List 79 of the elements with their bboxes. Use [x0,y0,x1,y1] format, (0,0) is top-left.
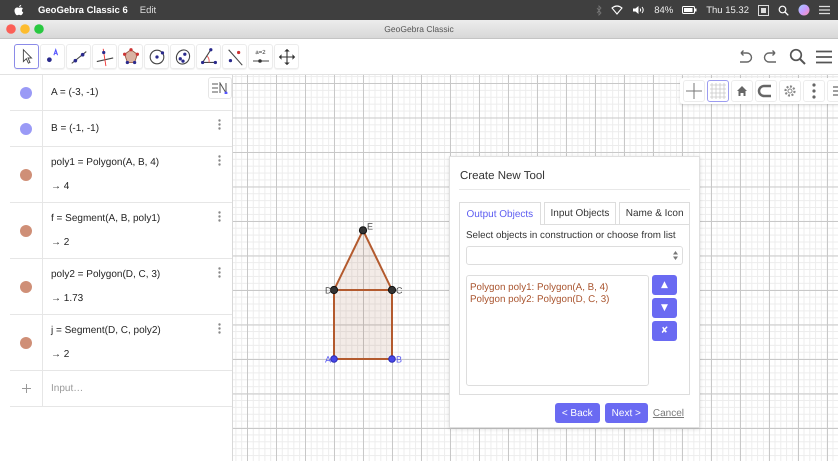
siri-icon[interactable] [798,4,810,16]
app-menu[interactable]: GeoGebra Classic 6 [38,4,128,16]
tab[interactable]: Input Objects [544,202,616,224]
algebra-formula[interactable]: f = Segment(A, B, poly1) [51,213,160,224]
volume-icon [632,5,646,15]
point-label: D [325,286,332,296]
point-label: C [396,286,402,296]
object-list[interactable]: Polygon poly1: Polygon(A, B, 4) Polygon poly2: Polygon(D, C, 3) [466,275,649,386]
point[interactable] [358,226,368,234]
color-dot[interactable] [20,168,32,180]
point[interactable] [388,355,396,363]
color-dot[interactable] [20,224,32,236]
remove-button[interactable]: ✘ [652,321,677,341]
algebra-formula[interactable]: B = (-1, -1) [51,123,100,134]
more-icon [812,83,816,99]
algebra-formula[interactable]: poly2 = Polygon(D, C, 3) [51,269,160,280]
angle-icon [198,46,218,66]
sort-icon [212,82,228,94]
menu-icon[interactable] [816,50,832,64]
algebra-formula[interactable]: j = Segment(D, C, poly2) [51,325,161,336]
plus-icon[interactable] [22,384,30,393]
clock: Thu 15.32 [706,4,749,16]
circle-icon [146,46,166,66]
algebra-formula[interactable]: A = (-3, -1) [51,87,99,98]
redo-icon[interactable] [763,50,779,64]
tool-button[interactable] [14,44,39,69]
more-icon[interactable] [218,211,221,222]
list-item[interactable]: Polygon poly1: Polygon(A, B, 4) [470,282,645,293]
more-icon[interactable] [218,267,221,278]
more-icon[interactable] [218,119,221,130]
cancel-link[interactable]: Cancel [652,408,684,418]
list-icon[interactable] [819,5,830,15]
algebra-value: → 2 [51,349,70,360]
perpendicular-icon [94,46,114,66]
point-label: A [325,354,332,364]
algebra-value: → 1.73 [51,293,84,304]
more-icon[interactable] [218,323,221,334]
list-item[interactable]: Polygon poly2: Polygon(D, C, 3) [470,294,645,305]
updown-icon [673,251,678,260]
instruction-text: Select objects in construction or choose from list [466,230,677,241]
point[interactable] [388,286,396,294]
polygon-icon [120,46,140,66]
move-down-button[interactable]: ▼ [652,298,677,318]
point-label: E [367,221,374,232]
algebra-formula[interactable]: poly1 = Polygon(A, B, 4) [51,157,160,168]
apple-icon [14,4,24,16]
algebra-value: → 4 [51,181,70,192]
algebra-style-button[interactable] [208,77,232,99]
tab[interactable]: Output Objects [459,202,541,225]
color-dot[interactable] [20,86,32,98]
grid-icon [709,82,727,100]
color-dot[interactable] [20,280,32,292]
menu-item[interactable]: Edit [140,4,156,16]
color-dot[interactable] [20,336,32,348]
slider-icon [250,56,270,64]
point[interactable] [330,286,338,294]
wifi-icon [611,5,624,15]
color-dot[interactable] [20,122,32,134]
back-button[interactable]: < Back [554,403,600,423]
bluetooth-icon [596,4,602,16]
point[interactable] [330,355,338,363]
point-label: B [396,354,402,364]
more-icon[interactable] [218,155,221,166]
undo-icon[interactable] [737,50,753,64]
algebra-value: → 2 [51,237,70,248]
battery-percent: 84% [654,4,674,16]
axes-icon [685,82,703,100]
search-icon[interactable] [789,48,806,65]
move-up-button[interactable]: ▲ [652,275,677,295]
select-field[interactable] [466,246,683,265]
search-icon[interactable] [778,4,789,16]
battery-icon [682,6,698,14]
move-arrows-icon [276,46,296,66]
input-field[interactable]: Input… [43,383,221,394]
window-icon [758,4,769,16]
dialog-title: Create New Tool [459,157,690,190]
window-title: GeoGebra Classic [384,23,454,36]
next-button[interactable]: Next > [604,403,648,423]
tab[interactable]: Name & Icon [619,202,690,224]
